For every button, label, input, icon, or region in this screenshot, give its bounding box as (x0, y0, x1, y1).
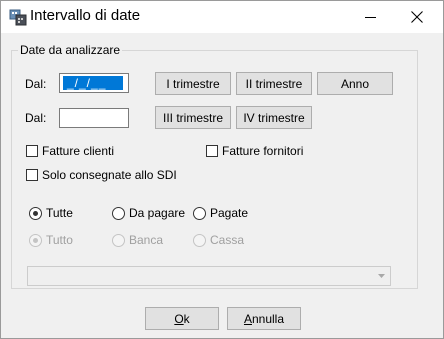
radio-circle (193, 233, 206, 247)
customer-invoices-checkbox[interactable]: Fatture clienti (26, 144, 114, 158)
third-quarter-button[interactable]: III trimestre (155, 106, 231, 129)
from-date-value: _/_/__ (63, 76, 123, 90)
from-date-input[interactable]: _/_/__ (59, 73, 129, 93)
radio-circle (112, 206, 125, 220)
minimize-icon (365, 17, 376, 18)
radio-label: Tutto (46, 233, 73, 247)
radio-label: Da pagare (129, 206, 186, 220)
supplier-invoices-checkbox[interactable]: Fatture fornitori (206, 144, 303, 158)
checkbox-box (26, 145, 38, 157)
radio-circle (193, 206, 206, 220)
checkbox-label: Solo consegnate allo SDI (42, 168, 177, 182)
to-label: Dal: (25, 111, 47, 125)
fourth-quarter-button[interactable]: IV trimestre (236, 106, 312, 129)
ok-mnemonic: O (174, 311, 184, 326)
dropdown-arrow-icon (373, 267, 390, 285)
radio-circle (29, 206, 42, 220)
radio-label: Pagate (210, 206, 249, 220)
ok-button[interactable]: Ok (145, 307, 219, 330)
group-legend: Date da analizzare (20, 43, 121, 57)
checkbox-box (26, 169, 38, 181)
cancel-button[interactable]: Annulla (227, 307, 301, 330)
radio-bank: Banca (112, 233, 163, 247)
title-bar: Intervallo di date (1, 1, 443, 33)
radio-paid[interactable]: Pagate (193, 206, 248, 220)
minimize-button[interactable] (349, 1, 393, 33)
checkbox-label: Fatture fornitori (222, 144, 304, 158)
second-quarter-button[interactable]: II trimestre (236, 72, 312, 95)
radio-everything: Tutto (29, 233, 73, 247)
to-date-input[interactable] (59, 108, 129, 128)
radio-label: Tutte (46, 206, 73, 220)
radio-label: Cassa (210, 233, 245, 247)
dropdown-select[interactable] (27, 266, 391, 286)
cancel-label: nnulla (251, 311, 285, 326)
checkbox-label: Fatture clienti (42, 144, 115, 158)
year-button[interactable]: Anno (317, 72, 393, 95)
radio-circle (112, 233, 125, 247)
radio-to-pay[interactable]: Da pagare (112, 206, 185, 220)
window-title: Intervallo di date (30, 7, 141, 24)
close-icon (411, 11, 423, 23)
sdi-delivered-checkbox[interactable]: Solo consegnate allo SDI (26, 168, 177, 182)
radio-cash: Cassa (193, 233, 244, 247)
radio-all[interactable]: Tutte (29, 206, 73, 220)
ok-label: k (183, 311, 190, 326)
radio-circle (29, 233, 42, 247)
first-quarter-button[interactable]: I trimestre (155, 72, 231, 95)
from-label: Dal: (25, 77, 47, 91)
dialog-window: Intervallo di date Date da analizzare Da… (0, 0, 444, 339)
calendar-app-icon (9, 8, 27, 26)
checkbox-box (206, 145, 218, 157)
close-button[interactable] (395, 1, 439, 33)
cancel-mnemonic: A (243, 311, 252, 326)
radio-label: Banca (129, 233, 164, 247)
